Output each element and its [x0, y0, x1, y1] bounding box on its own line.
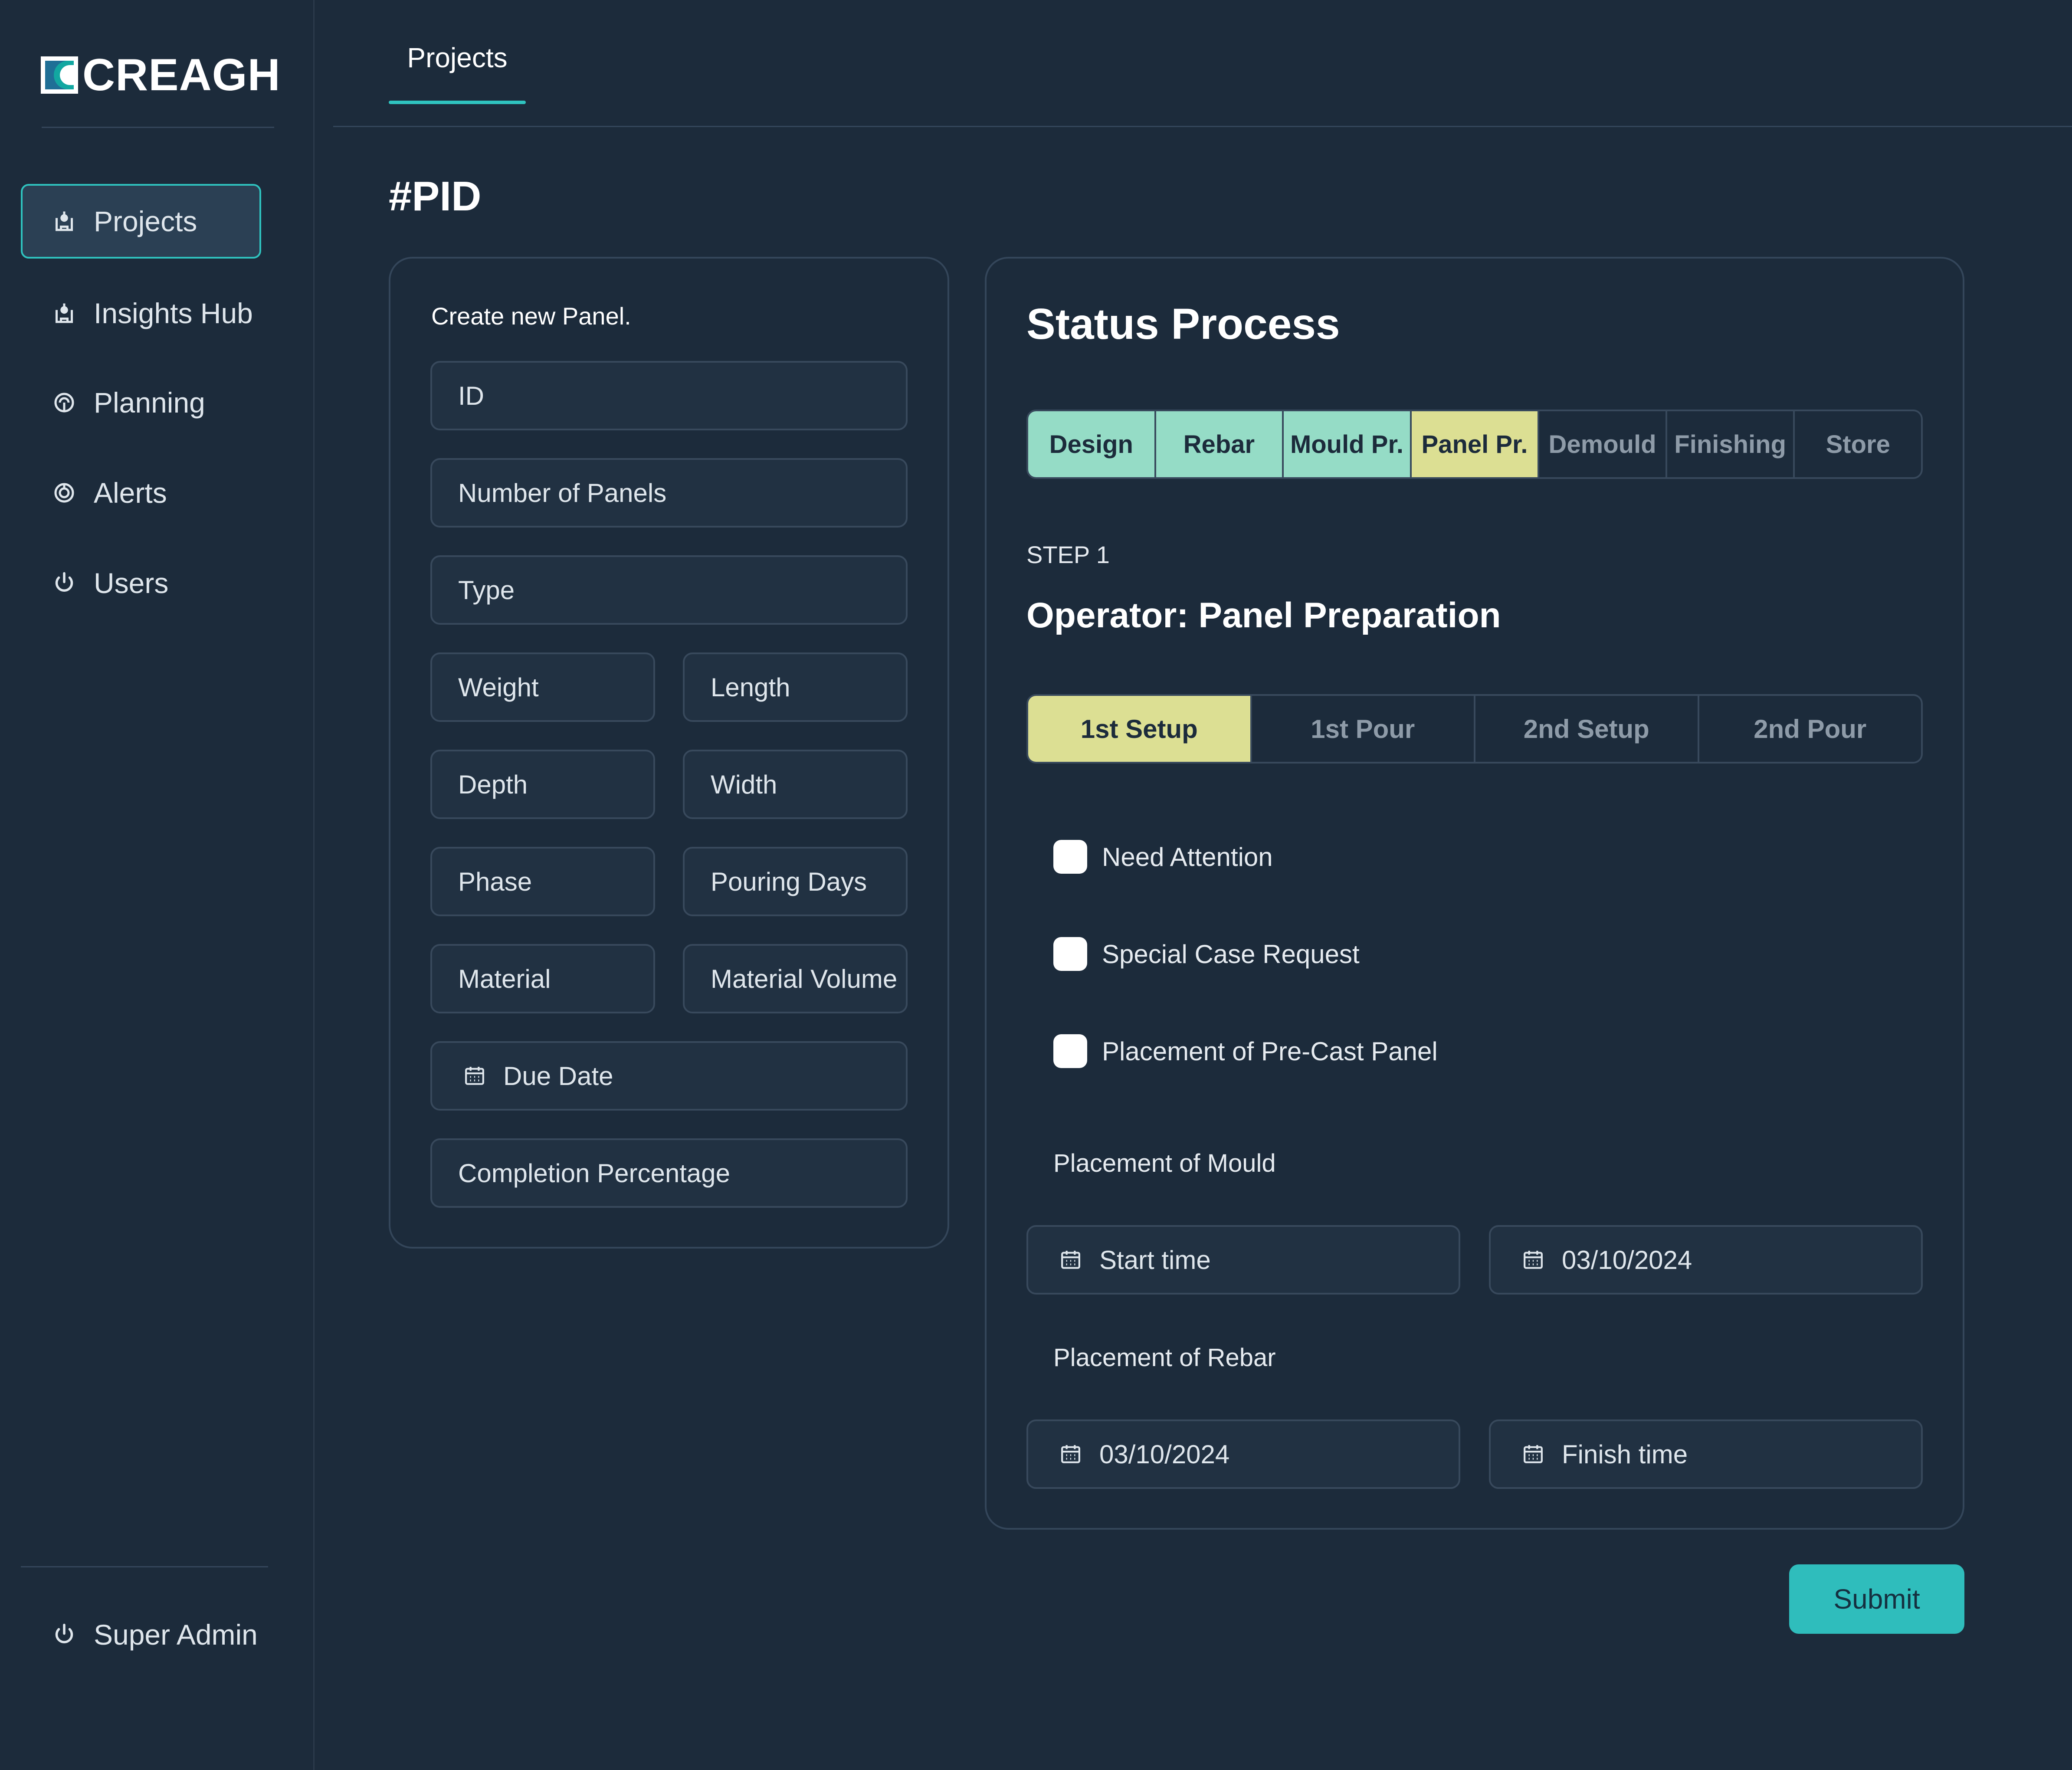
- sidebar-item-label: Alerts: [94, 477, 167, 509]
- id-field[interactable]: ID: [430, 361, 908, 430]
- mould-end-date-value: 03/10/2024: [1562, 1245, 1692, 1275]
- logo-mark-icon: [41, 56, 78, 94]
- sidebar-item-insights-hub[interactable]: Insights Hub: [21, 276, 261, 351]
- rebar-start-date-value: 03/10/2024: [1099, 1439, 1230, 1469]
- logo-text: CREAGH: [82, 49, 281, 100]
- step-design[interactable]: Design: [1028, 411, 1156, 477]
- calendar-icon: [1061, 1251, 1080, 1269]
- special-case-label: Special Case Request: [1102, 939, 1360, 969]
- power-icon: [51, 570, 77, 596]
- completion-percentage-placeholder: Completion Percentage: [458, 1158, 731, 1188]
- step-panel-prep[interactable]: Panel Pr.: [1411, 411, 1540, 477]
- tab-2nd-setup[interactable]: 2nd Setup: [1475, 696, 1699, 762]
- step-rebar[interactable]: Rebar: [1156, 411, 1284, 477]
- weight-placeholder: Weight: [458, 672, 539, 702]
- submit-button[interactable]: Submit: [1789, 1564, 1964, 1634]
- rebar-finish-time-field[interactable]: Finish time: [1489, 1419, 1923, 1489]
- tab-label: Projects: [407, 42, 508, 73]
- rebar-start-date-field[interactable]: 03/10/2024: [1026, 1419, 1460, 1489]
- sidebar: CREAGH Projects Insights Hub Planning Al…: [0, 0, 315, 1770]
- placement-of-rebar-label: Placement of Rebar: [1053, 1344, 1276, 1372]
- sidebar-item-super-admin[interactable]: Super Admin: [21, 1597, 261, 1672]
- calendar-icon: [1061, 1445, 1080, 1463]
- power-icon: [51, 1622, 77, 1648]
- pre-cast-panel-checkbox[interactable]: [1053, 1034, 1087, 1068]
- number-of-panels-field[interactable]: Number of Panels: [430, 458, 908, 528]
- type-placeholder: Type: [458, 575, 515, 605]
- planning-icon: [51, 390, 77, 416]
- sidebar-divider: [21, 1566, 268, 1567]
- tab-2nd-pour[interactable]: 2nd Pour: [1699, 696, 1921, 762]
- tab-projects[interactable]: Projects: [389, 42, 526, 104]
- tab-1st-pour[interactable]: 1st Pour: [1252, 696, 1475, 762]
- pouring-days-field[interactable]: Pouring Days: [683, 847, 908, 916]
- material-placeholder: Material: [458, 964, 551, 993]
- sidebar-item-label: Projects: [94, 205, 197, 237]
- pouring-days-placeholder: Pouring Days: [711, 867, 867, 896]
- id-field-placeholder: ID: [458, 381, 484, 410]
- length-field[interactable]: Length: [683, 652, 908, 722]
- due-date-placeholder: Due Date: [503, 1061, 613, 1091]
- step-number-label: STEP 1: [1026, 541, 1110, 568]
- status-process-title: Status Process: [1026, 300, 1340, 348]
- step-finishing[interactable]: Finishing: [1667, 411, 1795, 477]
- special-case-checkbox[interactable]: [1053, 937, 1087, 971]
- page-title: #PID: [389, 173, 482, 220]
- sidebar-item-planning[interactable]: Planning: [21, 365, 261, 440]
- material-field[interactable]: Material: [430, 944, 655, 1013]
- projects-icon: [51, 208, 77, 234]
- setup-tabs: 1st Setup 1st Pour 2nd Setup 2nd Pour: [1026, 694, 1923, 764]
- sidebar-item-label: Users: [94, 567, 169, 599]
- mould-start-time-placeholder: Start time: [1099, 1245, 1211, 1275]
- sidebar-item-users[interactable]: Users: [21, 546, 261, 620]
- sidebar-item-alerts[interactable]: Alerts: [21, 456, 261, 530]
- insights-icon: [51, 300, 77, 326]
- step-store[interactable]: Store: [1795, 411, 1921, 477]
- logo-divider: [42, 127, 274, 128]
- tab-active-indicator: [389, 101, 526, 104]
- width-placeholder: Width: [711, 770, 777, 799]
- form-caption: Create new Panel.: [431, 302, 631, 330]
- weight-field[interactable]: Weight: [430, 652, 655, 722]
- length-placeholder: Length: [711, 672, 790, 702]
- due-date-field[interactable]: Due Date: [430, 1041, 908, 1111]
- alerts-icon: [51, 480, 77, 506]
- tab-1st-setup[interactable]: 1st Setup: [1028, 696, 1252, 762]
- placement-of-mould-label: Placement of Mould: [1053, 1149, 1276, 1177]
- depth-field[interactable]: Depth: [430, 750, 655, 819]
- operator-title: Operator: Panel Preparation: [1026, 596, 1501, 635]
- depth-placeholder: Depth: [458, 770, 528, 799]
- pre-cast-panel-option[interactable]: Placement of Pre-Cast Panel: [1053, 1034, 1438, 1068]
- need-attention-label: Need Attention: [1102, 842, 1273, 872]
- calendar-icon: [465, 1067, 484, 1085]
- phase-field[interactable]: Phase: [430, 847, 655, 916]
- type-field[interactable]: Type: [430, 555, 908, 625]
- completion-percentage-field[interactable]: Completion Percentage: [430, 1138, 908, 1208]
- mould-end-date-field[interactable]: 03/10/2024: [1489, 1225, 1923, 1295]
- status-steps: Design Rebar Mould Pr. Panel Pr. Demould…: [1026, 410, 1923, 479]
- need-attention-checkbox[interactable]: [1053, 840, 1087, 874]
- material-volume-field[interactable]: Material Volume: [683, 944, 908, 1013]
- need-attention-option[interactable]: Need Attention: [1053, 840, 1273, 874]
- sidebar-item-label: Super Admin: [94, 1619, 258, 1651]
- calendar-icon: [1524, 1445, 1543, 1463]
- topbar-divider: [333, 126, 2072, 127]
- calendar-icon: [1524, 1251, 1543, 1269]
- material-volume-placeholder: Material Volume: [711, 964, 898, 993]
- step-demould[interactable]: Demould: [1539, 411, 1667, 477]
- creagh-logo[interactable]: CREAGH: [41, 49, 281, 100]
- mould-start-time-field[interactable]: Start time: [1026, 1225, 1460, 1295]
- phase-placeholder: Phase: [458, 867, 532, 896]
- step-mould-prep[interactable]: Mould Pr.: [1284, 411, 1412, 477]
- sidebar-item-label: Insights Hub: [94, 297, 253, 329]
- sidebar-item-projects[interactable]: Projects: [21, 184, 261, 259]
- width-field[interactable]: Width: [683, 750, 908, 819]
- special-case-option[interactable]: Special Case Request: [1053, 937, 1360, 971]
- pre-cast-panel-label: Placement of Pre-Cast Panel: [1102, 1036, 1438, 1066]
- sidebar-item-label: Planning: [94, 387, 205, 419]
- rebar-finish-time-placeholder: Finish time: [1562, 1439, 1688, 1469]
- number-of-panels-placeholder: Number of Panels: [458, 478, 667, 508]
